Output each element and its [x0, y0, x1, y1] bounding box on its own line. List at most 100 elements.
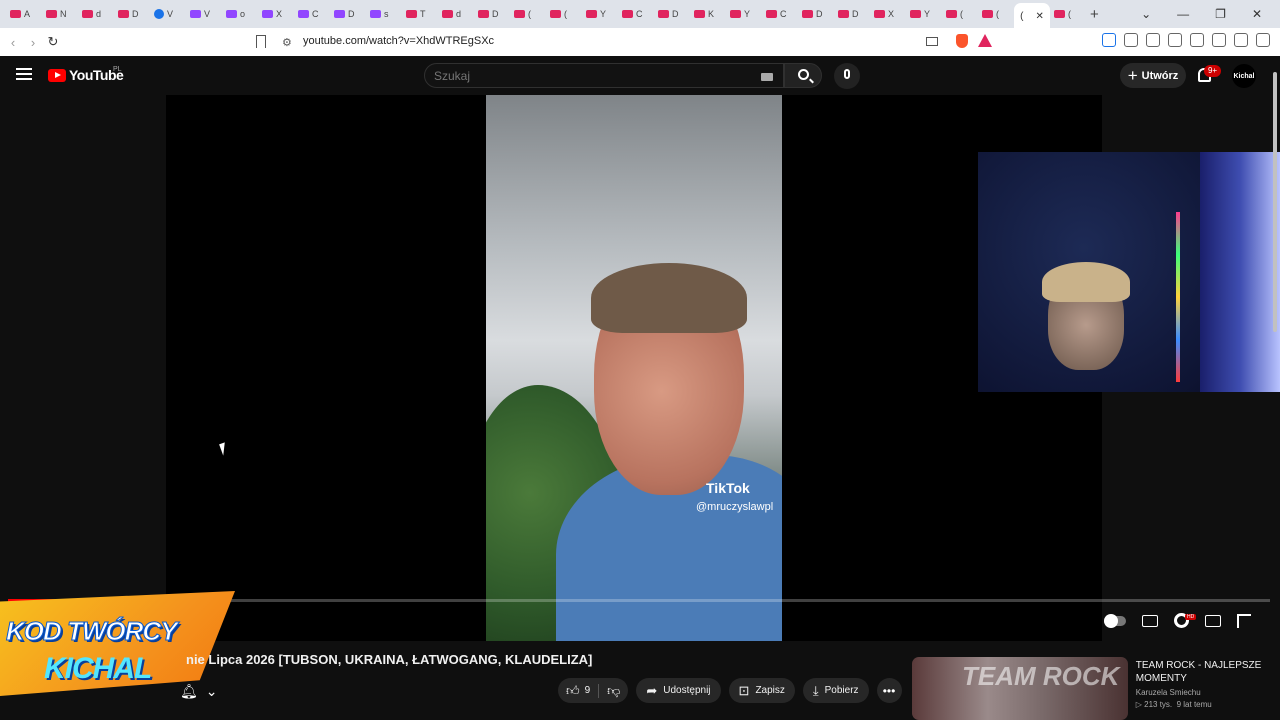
search-button[interactable] [784, 63, 822, 88]
new-tab-button[interactable]: + [1086, 3, 1122, 25]
page-scrollbar[interactable] [1272, 60, 1278, 715]
browser-tab[interactable]: D [834, 3, 870, 25]
chevron-down-icon: ⌄ [205, 683, 218, 699]
close-window-button[interactable]: ✕ [1252, 7, 1262, 21]
translate-icon[interactable] [1102, 33, 1116, 47]
cast-icon[interactable] [926, 37, 938, 46]
subtitles-icon[interactable] [1142, 614, 1158, 627]
browser-tab[interactable]: C [762, 3, 798, 25]
browser-tab[interactable]: ( [942, 3, 978, 25]
music-icon[interactable] [1146, 33, 1160, 47]
browser-tab[interactable]: C [294, 3, 330, 25]
save-button[interactable]: ⊡ Zapisz [728, 678, 795, 703]
like-button[interactable]: 👍︎ 9 [558, 678, 598, 703]
tiktok-username: @mruczyslawpl [696, 501, 774, 513]
browser-tab[interactable]: ( [510, 3, 546, 25]
browser-tab[interactable]: C [618, 3, 654, 25]
youtube-icon [478, 10, 489, 18]
recommended-video-stats: ▷ 213 tys. 9 lat temu [1135, 700, 1212, 709]
twitch-icon [370, 10, 381, 18]
youtube-icon [82, 10, 93, 18]
browser-tab[interactable]: Y [726, 3, 762, 25]
recommended-video[interactable]: TEAM ROCK TEAM ROCK - NAJLEPSZE MOMENTY … [912, 657, 1267, 720]
youtube-icon [118, 10, 129, 18]
browser-tab[interactable]: V [186, 3, 222, 25]
youtube-play-icon [48, 68, 66, 82]
menu-icon[interactable] [1256, 33, 1270, 47]
browser-tab[interactable]: ( [1050, 3, 1086, 25]
hamburger-menu-icon[interactable] [16, 68, 32, 80]
reload-button[interactable]: ↻ [42, 31, 64, 53]
youtube-icon [1054, 10, 1065, 18]
browser-tab[interactable]: Y [906, 3, 942, 25]
autoplay-toggle[interactable] [1104, 613, 1126, 628]
brave-rewards-icon[interactable] [978, 34, 992, 47]
save-label: Zapisz [755, 685, 785, 696]
download-button[interactable]: ⤓ Pobierz [802, 678, 869, 703]
webcam-background-light [1200, 152, 1280, 392]
create-button[interactable]: + Utwórz [1120, 63, 1186, 88]
bookmark-icon[interactable] [256, 35, 266, 48]
browser-tab[interactable]: X [870, 3, 906, 25]
browser-tab[interactable]: s [366, 3, 402, 25]
vpn-icon[interactable] [1234, 33, 1248, 47]
tab-label: ( [960, 9, 963, 19]
browser-tab[interactable]: K [690, 3, 726, 25]
wallet-icon[interactable] [1190, 33, 1204, 47]
recommended-video-channel[interactable]: Karuzela Smiechu [1136, 688, 1267, 697]
site-info-icon[interactable]: ⚙ [282, 36, 292, 49]
led-strip [1176, 212, 1180, 382]
dislike-button[interactable]: 👎︎ [599, 678, 628, 703]
browser-tab[interactable]: Y [582, 3, 618, 25]
browser-tab[interactable]: T [402, 3, 438, 25]
browser-tab[interactable]: A [6, 3, 42, 25]
browser-tab[interactable]: D [114, 3, 150, 25]
brave-shield-icon[interactable] [956, 34, 968, 48]
scrollbar-thumb[interactable] [1273, 72, 1277, 332]
forward-button[interactable]: › [22, 31, 44, 53]
youtube-icon [982, 10, 993, 18]
video-player[interactable]: TikTok @mruczyslawpl [166, 95, 1102, 641]
close-tab-icon[interactable]: ✕ [1036, 11, 1044, 22]
browser-tab[interactable]: V [150, 3, 186, 25]
sidebar-icon[interactable] [1168, 33, 1182, 47]
share-icon: ➦ [646, 682, 658, 698]
share-button[interactable]: ➦ Udostępnij [636, 678, 721, 703]
minimize-button[interactable]: — [1177, 7, 1189, 21]
fullscreen-icon[interactable] [1237, 613, 1251, 628]
tab-label: D [672, 9, 679, 19]
recommended-video-thumbnail[interactable]: TEAM ROCK [912, 657, 1128, 720]
address-bar[interactable]: youtube.com/watch?v=XhdWTREgSXc [303, 35, 494, 47]
video-actions: 👍︎ 9 👎︎ ➦ Udostępnij ⊡ Zapisz ⤓ Pobierz … [558, 678, 902, 703]
browser-tab[interactable]: d [78, 3, 114, 25]
extensions-icon[interactable] [1124, 33, 1138, 47]
browser-tab[interactable]: o [222, 3, 258, 25]
browser-tab-active[interactable]: (✕ [1014, 3, 1050, 29]
browser-tab[interactable]: ( [978, 3, 1014, 25]
back-button[interactable]: ‹ [2, 31, 24, 53]
miniplayer-icon[interactable] [1205, 614, 1221, 627]
browser-tab[interactable]: d [438, 3, 474, 25]
voice-search-button[interactable] [834, 63, 860, 89]
browser-tab[interactable]: ( [546, 3, 582, 25]
edge-icon [154, 9, 164, 19]
search-input[interactable] [434, 69, 754, 83]
leo-icon[interactable] [1212, 33, 1226, 47]
subscription-bell[interactable]: 🔔︎ ⌄ [180, 683, 218, 700]
search-icon [798, 69, 809, 80]
more-actions-button[interactable]: ••• [876, 678, 902, 703]
browser-tab[interactable]: N [42, 3, 78, 25]
browser-tab[interactable]: D [474, 3, 510, 25]
tab-search-icon[interactable]: ⌄ [1141, 7, 1151, 21]
recommended-video-title[interactable]: TEAM ROCK - NAJLEPSZE MOMENTY [1136, 659, 1267, 685]
restore-button[interactable]: ❐ [1215, 7, 1226, 21]
keyboard-icon[interactable] [761, 73, 773, 81]
avatar[interactable]: Kichal [1232, 64, 1256, 88]
browser-tab[interactable]: X [258, 3, 294, 25]
browser-tab[interactable]: D [798, 3, 834, 25]
youtube-icon [442, 10, 453, 18]
thumbs-up-icon: 👍︎ [566, 682, 580, 698]
browser-tab[interactable]: D [330, 3, 366, 25]
youtube-icon [766, 10, 777, 18]
browser-tab[interactable]: D [654, 3, 690, 25]
